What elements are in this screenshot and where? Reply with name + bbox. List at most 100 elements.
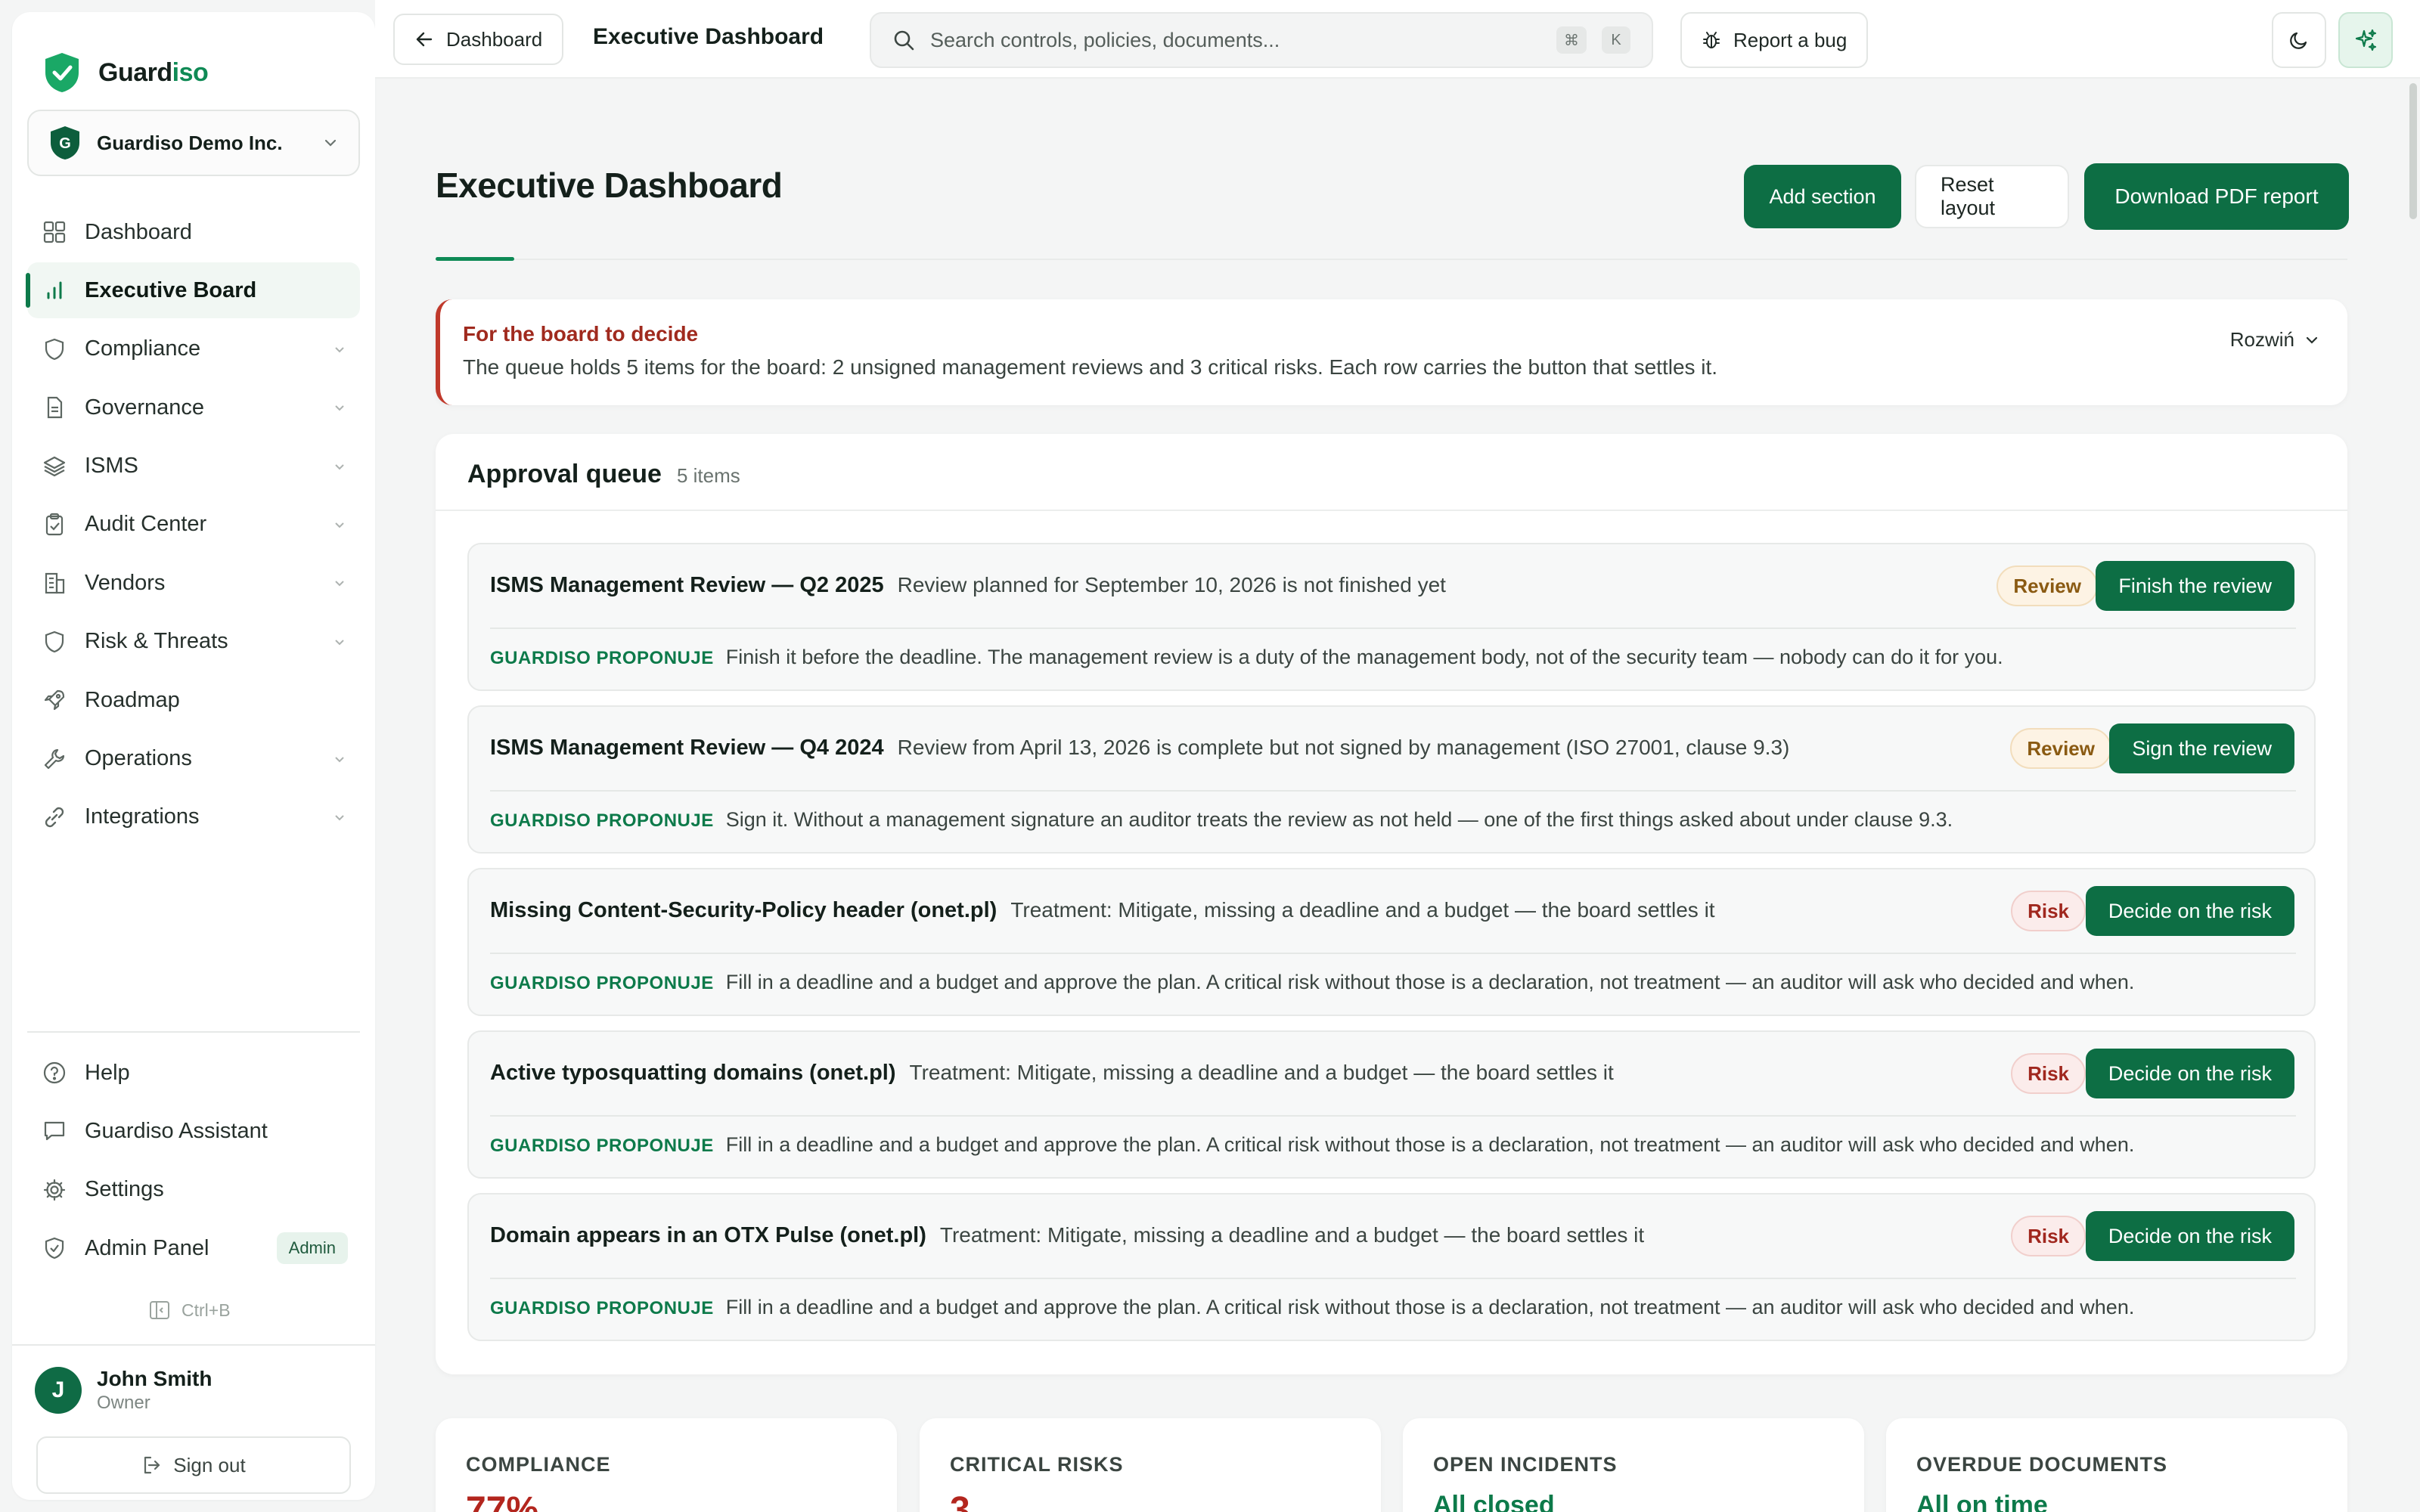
queue-item: Missing Content-Security-Policy header (… (467, 868, 2316, 1016)
suggestion-tag: GUARDISO PROPONUJE (490, 1136, 714, 1156)
sidebar-item-dashboard[interactable]: Dashboard (27, 204, 360, 260)
kpi-card-overdue-documents[interactable]: OVERDUE DOCUMENTS All on time (1886, 1418, 2347, 1512)
page-scrollbar[interactable] (2409, 83, 2417, 219)
sidebar-item-admin-panel[interactable]: Admin Panel Admin (27, 1220, 360, 1276)
sidebar-item-governance[interactable]: Governance (27, 380, 360, 435)
org-switcher[interactable]: G Guardiso Demo Inc. (27, 110, 360, 176)
brand[interactable]: Guardiso (42, 51, 209, 94)
download-pdf-button[interactable]: Download PDF report (2084, 163, 2349, 230)
guardiso-logo-icon (45, 53, 79, 92)
sidebar-item-roadmap[interactable]: Roadmap (27, 672, 360, 728)
sidebar-item-assistant[interactable]: Guardiso Assistant (27, 1103, 360, 1159)
kpi-value: All on time (1916, 1491, 2048, 1512)
reset-layout-button[interactable]: Reset layout (1915, 165, 2069, 228)
report-bug-button[interactable]: Report a bug (1680, 12, 1869, 68)
clipboard-check-icon (41, 511, 68, 538)
help-circle-icon (41, 1059, 68, 1086)
sidebar: Guardiso G Guardiso Demo Inc. Dashboard … (12, 12, 375, 1500)
approval-queue: Approval queue 5 items ISMS Management R… (436, 434, 2347, 1374)
user-profile[interactable]: J John Smith Owner (35, 1367, 212, 1414)
chevron-down-icon (2306, 336, 2318, 344)
queue-item-desc: Review from April 13, 2026 is complete b… (897, 736, 1790, 759)
queue-item: Domain appears in an OTX Pulse (onet.pl)… (467, 1193, 2316, 1341)
suggestion-tag: GUARDISO PROPONUJE (490, 648, 714, 668)
queue-item-divider (490, 1115, 2296, 1117)
kpi-card-compliance[interactable]: COMPLIANCE 77% (436, 1418, 897, 1512)
queue-header: Approval queue 5 items (467, 460, 740, 489)
suggestion: GUARDISO PROPONUJE Fill in a deadline and… (490, 971, 2135, 993)
moon-icon (2290, 32, 2307, 49)
queue-item-title: Active typosquatting domains (onet.pl) Tr… (490, 1061, 1614, 1085)
status-badge: Risk (2011, 1053, 2086, 1094)
chevron-down-icon (324, 139, 337, 147)
chevron-down-icon (335, 347, 344, 353)
sign-out-button[interactable]: Sign out (36, 1436, 351, 1494)
chevron-down-icon (335, 756, 344, 762)
chat-icon (41, 1117, 68, 1145)
kpi-card-open-incidents[interactable]: OPEN INCIDENTS All closed (1403, 1418, 1864, 1512)
queue-title: Approval queue (467, 460, 662, 488)
alert-text: The queue holds 5 items for the board: 2… (463, 355, 1718, 379)
collapse-shortcut: Ctrl+B (182, 1300, 231, 1320)
org-badge-icon: G (51, 126, 79, 160)
sidebar-item-help[interactable]: Help (27, 1045, 360, 1101)
sidebar-item-label: Governance (85, 395, 204, 420)
sidebar-item-vendors[interactable]: Vendors (27, 555, 360, 611)
queue-count: 5 items (676, 464, 740, 487)
queue-item-desc: Treatment: Mitigate, missing a deadline … (939, 1223, 1645, 1247)
kpi-card-critical-risks[interactable]: CRITICAL RISKS 3 (920, 1418, 1381, 1512)
sidebar-item-risk-threats[interactable]: Risk & Threats (27, 614, 360, 670)
sidebar-item-label: Settings (85, 1177, 164, 1202)
status-badge: Review (1996, 565, 2098, 606)
sidebar-item-audit-center[interactable]: Audit Center (27, 497, 360, 553)
sign-review-button[interactable]: Sign the review (2109, 723, 2294, 773)
queue-item-desc: Treatment: Mitigate, missing a deadline … (909, 1061, 1614, 1084)
collapse-sidebar-button[interactable]: Ctrl+B (148, 1299, 231, 1321)
sidebar-item-operations[interactable]: Operations (27, 731, 360, 787)
kpi-row: COMPLIANCE 77% CRITICAL RISKS 3 OPEN INC… (436, 1418, 2347, 1512)
sidebar-collapse-icon (150, 1301, 169, 1319)
sidebar-item-executive-board[interactable]: Executive Board (26, 262, 360, 319)
theme-toggle-button[interactable] (2272, 12, 2326, 68)
shortcut-key-k: K (1602, 26, 1630, 54)
decide-risk-button[interactable]: Decide on the risk (2085, 1049, 2294, 1098)
sidebar-bottom-nav: Help Guardiso Assistant Settings Admin P… (27, 1045, 360, 1279)
brand-name: Guardiso (98, 57, 209, 87)
expand-toggle[interactable]: Rozwiń (2230, 328, 2320, 352)
kpi-label: CRITICAL RISKS (950, 1453, 1124, 1476)
add-section-button[interactable]: Add section (1744, 165, 1901, 228)
report-bug-label: Report a bug (1733, 28, 1848, 51)
shield-outline-icon (41, 628, 68, 655)
search-input[interactable] (930, 28, 1541, 52)
sidebar-item-label: Risk & Threats (85, 629, 228, 654)
decide-risk-button[interactable]: Decide on the risk (2085, 1211, 2294, 1261)
chevron-down-icon (335, 405, 344, 411)
search-box[interactable]: ⌘ K (870, 12, 1653, 68)
sign-out-icon (144, 1456, 160, 1474)
finish-review-button[interactable]: Finish the review (2096, 561, 2294, 611)
sidebar-item-label: Integrations (85, 804, 200, 829)
sidebar-item-integrations[interactable]: Integrations (27, 789, 360, 845)
sidebar-item-isms[interactable]: ISMS (27, 438, 360, 494)
suggestion: GUARDISO PROPONUJE Fill in a deadline and… (490, 1296, 2135, 1318)
user-divider (12, 1344, 375, 1346)
chevron-down-icon (335, 581, 344, 587)
chevron-down-icon (335, 463, 344, 469)
shortcut-key-cmd: ⌘ (1556, 26, 1587, 54)
kpi-value: 3 (950, 1490, 970, 1512)
queue-item-title: Domain appears in an OTX Pulse (onet.pl)… (490, 1223, 1645, 1247)
org-name: Guardiso Demo Inc. (97, 131, 283, 154)
decide-risk-button[interactable]: Decide on the risk (2085, 886, 2294, 936)
grid-icon (41, 218, 68, 246)
page-title: Executive Dashboard (436, 166, 783, 205)
suggestion-tag: GUARDISO PROPONUJE (490, 810, 714, 831)
assistant-button[interactable] (2338, 12, 2393, 68)
sidebar-item-label: Audit Center (85, 512, 207, 537)
topbar: Dashboard Executive Dashboard ⌘ K Report… (375, 0, 2420, 79)
queue-item: ISMS Management Review — Q4 2024 Review f… (467, 705, 2316, 854)
sidebar-item-compliance[interactable]: Compliance (27, 321, 360, 377)
sidebar-divider (27, 1031, 360, 1033)
back-to-dashboard-button[interactable]: Dashboard (393, 14, 564, 65)
sidebar-item-settings[interactable]: Settings (27, 1162, 360, 1218)
queue-item-desc: Review planned for September 10, 2026 is… (897, 573, 1446, 596)
